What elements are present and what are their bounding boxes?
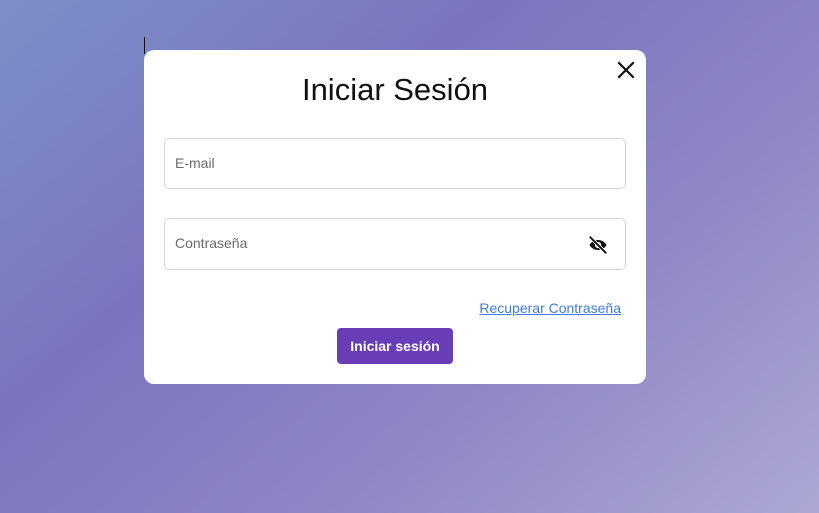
text-cursor <box>144 37 145 54</box>
password-visibility-toggle[interactable] <box>587 234 609 256</box>
email-input[interactable] <box>165 139 625 188</box>
password-field[interactable]: Contraseña <box>164 218 626 270</box>
email-field[interactable]: E-mail <box>164 138 626 189</box>
login-modal: Iniciar Sesión E-mail Contraseña Recuper… <box>144 50 646 384</box>
eye-off-icon <box>588 235 608 255</box>
modal-title: Iniciar Sesión <box>301 72 489 107</box>
login-submit-button[interactable]: Iniciar sesión <box>337 328 453 364</box>
recover-password-link[interactable]: Recuperar Contraseña <box>479 300 621 316</box>
password-input[interactable] <box>165 219 625 269</box>
